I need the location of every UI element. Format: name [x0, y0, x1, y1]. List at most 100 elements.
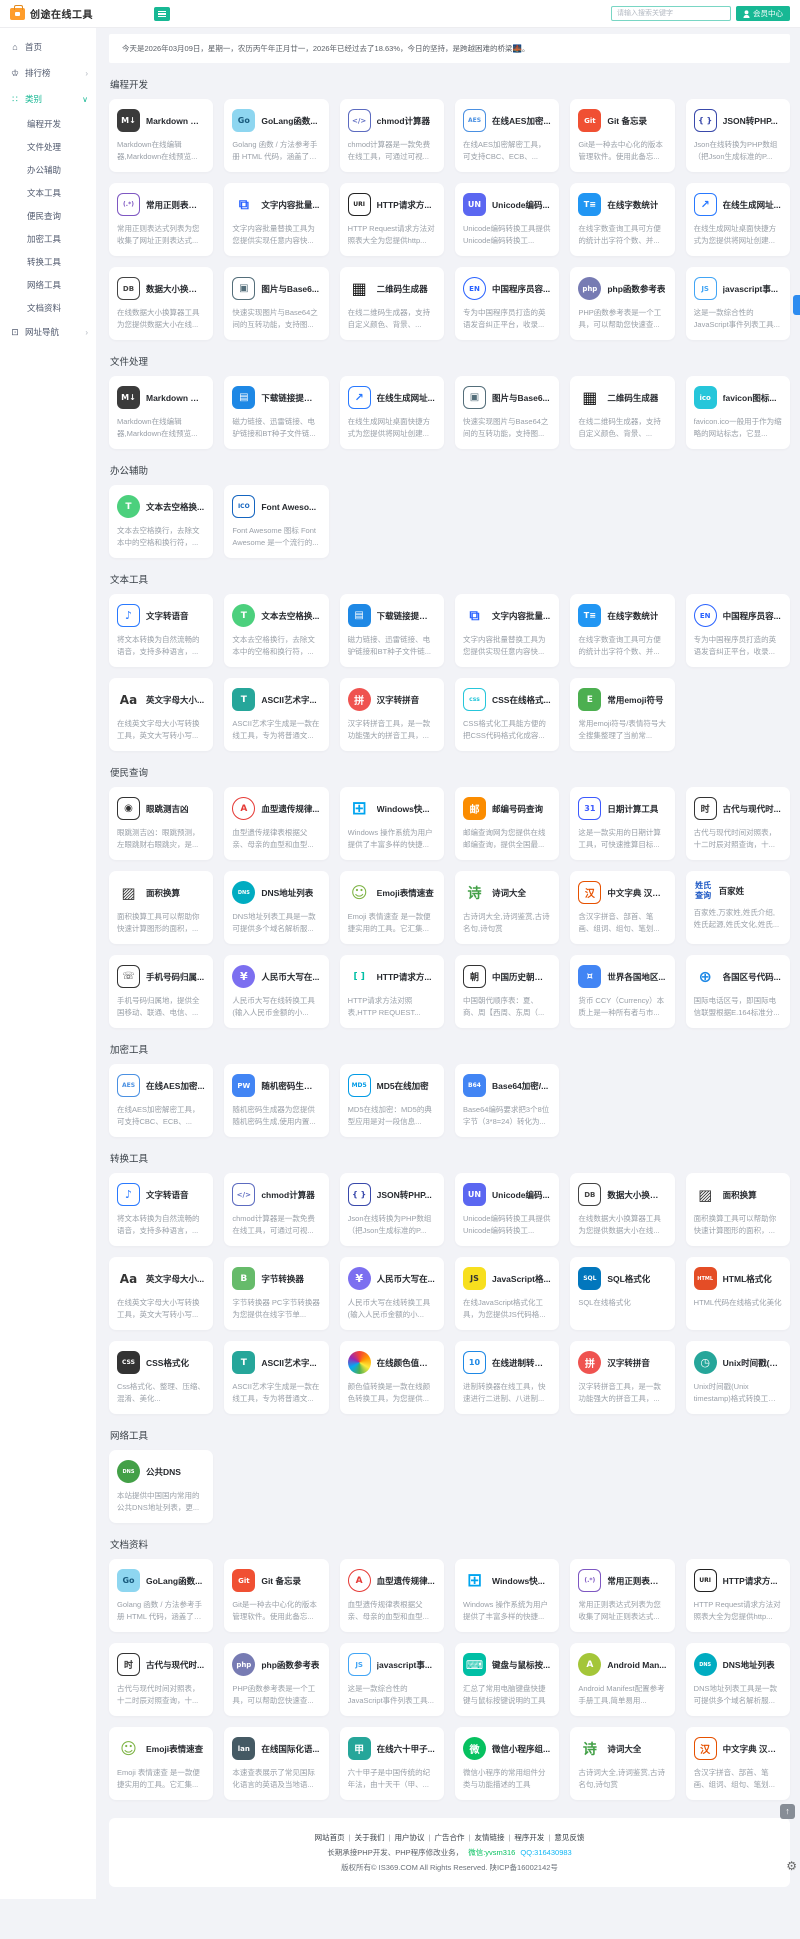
tool-card-text_replace[interactable]: ⧉文字内容批量...文字内容批量替换工具为您提供实现任意内容快... [224, 183, 328, 256]
tool-card-http_b[interactable]: [ ]HTTP请求方...HTTP请求方法对照表,HTTP REQUEST... [340, 955, 444, 1028]
tool-card-datasize[interactable]: DB数据大小换算器在线数据大小换算器工具为您提供数据大小在线... [109, 267, 213, 340]
tool-card-markdown[interactable]: M↓Markdown 在...Markdown在线编辑器,Markdown在线预… [109, 376, 213, 449]
tool-card-color_convert[interactable]: 在线颜色值转换颜色值转换是一款在线颜色转换工具，为您提供... [340, 1341, 444, 1414]
tool-card-random_pw[interactable]: PW随机密码生成器随机密码生成器为您提供随机密码生成,使用内置... [224, 1064, 328, 1137]
tool-card-js_events[interactable]: JSjavascript事...这是一款综合性的JavaScript事件列表工具… [686, 267, 790, 340]
tool-card-js_format[interactable]: JSJavaScript格...在线JavaScript格式化工具，为您提供JS… [455, 1257, 559, 1330]
tool-card-phone_loc[interactable]: ☏手机号码归属...手机号码归属地，提供全国移动、联通、电信、... [109, 955, 213, 1028]
tool-card-qrcode[interactable]: ▦二维码生成器在线二维码生成器，支持自定义颜色、背景、... [570, 376, 674, 449]
tool-card-emoji_lookup[interactable]: ☺Emoji表情速查Emoji 表情速查 是一款便捷实用的工具。它汇集... [340, 871, 444, 944]
sidebar-subitem[interactable]: 便民查询 [0, 204, 96, 227]
settings-gear-button[interactable]: ⚙ [786, 1859, 797, 1873]
tool-card-regex[interactable]: (.*)常用正则表达式常用正则表达式列表为您收集了网址正则表达式... [109, 183, 213, 256]
tool-card-chmod[interactable]: </>chmod计算器chmod计算器是一款免费在线工具，可通过可视... [224, 1173, 328, 1246]
tool-card-aes[interactable]: AES在线AES加密...在线AES加密解密工具，可支持CBC、ECB、... [455, 99, 559, 172]
tool-card-tts[interactable]: ♪文字转语音将文本转换为自然流畅的语音，支持多种语言，... [109, 594, 213, 667]
tool-card-text_replace[interactable]: ⧉文字内容批量...文字内容批量替换工具为您提供实现任意内容快... [455, 594, 559, 667]
tool-card-unix_ts[interactable]: ◷Unix时间戳(U...Unix时间戳(Unix timestamp)格式转换… [686, 1341, 790, 1414]
footer-link[interactable]: 用户协议 [395, 1833, 425, 1842]
tool-card-pinyin[interactable]: 拼汉字转拼音汉字转拼音工具，是一款功能强大的拼音工具，... [570, 1341, 674, 1414]
tool-card-favicon[interactable]: icofavicon图标...favicon.ico一般用于作为缩略的网站标志，… [686, 376, 790, 449]
menu-toggle-button[interactable] [154, 7, 170, 21]
tool-card-letter_case[interactable]: Aa英文字母大小...在线英文字母大小写转换工具，英文大写转小写... [109, 678, 213, 751]
tool-card-url_shortcut[interactable]: ↗在线生成网址...在线生成网址桌面快捷方式为您提供将网址创建... [340, 376, 444, 449]
sidebar-subitem[interactable]: 编程开发 [0, 112, 96, 135]
sidebar-subitem[interactable]: 文本工具 [0, 181, 96, 204]
sidebar-subitem[interactable]: 文档资料 [0, 296, 96, 319]
tool-card-emoji_lookup[interactable]: ☺Emoji表情速查Emoji 表情速查 是一款便捷实用的工具。它汇集... [109, 1727, 213, 1800]
tool-card-wordcount[interactable]: T≡在线字数统计在线字数查询工具可方便的统计出字符个数、并... [570, 183, 674, 256]
tool-card-php_ref[interactable]: phpphp函数参考表PHP函数参考表是一个工具，可以帮助您快速查... [570, 267, 674, 340]
tool-card-trim_text[interactable]: T文本去空格换...文本去空格换行，去除文本中的空格和换行符，... [224, 594, 328, 667]
tool-card-world_currency[interactable]: ¤世界各国地区...货币 CCY（Currency）本质上是一种所有者与市... [570, 955, 674, 1028]
tool-card-area_convert[interactable]: ▨面积换算面积换算工具可以帮助你快速计算图形的面积，... [109, 871, 213, 944]
search-input[interactable] [611, 6, 731, 21]
tool-card-qrcode[interactable]: ▦二维码生成器在线二维码生成器，支持自定义颜色、背景、... [340, 267, 444, 340]
tool-card-letter_case[interactable]: Aa英文字母大小...在线英文字母大小写转换工具，英文大写转小写... [109, 1257, 213, 1330]
footer-link[interactable]: 程序开发 [514, 1833, 544, 1842]
tool-card-i18n_lang[interactable]: lan在线国际化语...本速查表展示了常见国际化语言的英语及当地语... [224, 1727, 328, 1800]
tool-card-pinyin[interactable]: 拼汉字转拼音汉字转拼音工具，是一款功能强大的拼音工具，... [340, 678, 444, 751]
tool-card-ancient_time[interactable]: 时古代与现代时...古代与现代时间对照表，十二时辰对照查询，十... [686, 787, 790, 860]
footer-link[interactable]: 友情链接 [474, 1833, 504, 1842]
tool-card-wechat_mini[interactable]: 微微信小程序组...微信小程序的常用组件分类与功能描述的工具 [455, 1727, 559, 1800]
footer-link[interactable]: 网站首页 [315, 1833, 345, 1842]
tool-card-html_format[interactable]: HTMLHTML格式化HTML代码在线格式化美化 [686, 1257, 790, 1330]
tool-card-dl_extract[interactable]: ▤下载链接提取器磁力链接、迅雷链接、电驴链接和BT种子文件链... [340, 594, 444, 667]
tool-card-js_events[interactable]: JSjavascript事...这是一款综合性的JavaScript事件列表工具… [340, 1643, 444, 1716]
wechat-contact[interactable]: 微信:yvsm316 [468, 1848, 515, 1857]
tool-card-url_shortcut[interactable]: ↗在线生成网址...在线生成网址桌面快捷方式为您提供将网址创建... [686, 183, 790, 256]
tool-card-emoji_symbols[interactable]: E常用emoji符号常用emoji符号/表情符号大全搜集整理了当前常... [570, 678, 674, 751]
sidebar-item-sitenav[interactable]: ⊡网址导航› [0, 319, 96, 345]
tool-card-sixty_jiazi[interactable]: 甲在线六十甲子...六十甲子是中国传统的纪年法，由十天干（甲、... [340, 1727, 444, 1800]
sidebar-subitem[interactable]: 文件处理 [0, 135, 96, 158]
tool-card-chmod[interactable]: </>chmod计算器chmod计算器是一款免费在线工具，可通过可视... [340, 99, 444, 172]
tool-card-android_manifest[interactable]: AAndroid Man...Android Manifest配置参考手册工具,… [570, 1643, 674, 1716]
tool-card-byte_convert[interactable]: B字节转换器字节转换器 PC字节转换器为您提供在线字节单... [224, 1257, 328, 1330]
sidebar-subitem[interactable]: 加密工具 [0, 227, 96, 250]
tool-card-md5[interactable]: MD5MD5在线加密MD5在线加密：MD5的典型应用是对一段信息... [340, 1064, 444, 1137]
tool-card-http_a[interactable]: URIHTTP请求方...HTTP Request请求方法对照表大全为您提供ht… [340, 183, 444, 256]
footer-link[interactable]: 意见反馈 [554, 1833, 584, 1842]
tool-card-golang[interactable]: GoGoLang函数...Golang 函数 / 方法参考手册 HTML 代码，… [224, 99, 328, 172]
tool-card-rmb_upper[interactable]: ¥人民币大写在...人民币大写在线转换工具(输入人民币金额的小... [340, 1257, 444, 1330]
tool-card-css_format[interactable]: CSSCSS格式化Css格式化、整理、压缩、混淆、美化... [109, 1341, 213, 1414]
tool-card-unicode[interactable]: UNUnicode编码...Unicode编码转换工具提供Unicode编码转换… [455, 183, 559, 256]
tool-card-surname[interactable]: 姓氏查询百家姓百家姓,万家姓,姓氏介绍,姓氏起源,姓氏文化,姓氏... [686, 871, 790, 944]
tool-card-win_shortcut[interactable]: ⊞Windows快...Windows 操作系统为用户提供了丰富多样的快捷... [455, 1559, 559, 1632]
tool-card-git[interactable]: GitGit 备忘录Git是一种去中心化的版本管理软件。使用此备忘... [570, 99, 674, 172]
tool-card-ascii_art[interactable]: TASCII艺术字...ASCII艺术字生成是一款在线工具，专为将普通文... [224, 678, 328, 751]
tool-card-dl_extract[interactable]: ▤下载链接提取器磁力链接、迅雷链接、电驴链接和BT种子文件链... [224, 376, 328, 449]
tool-card-blood_type[interactable]: A血型遗传规律...血型遗传规律表根据父亲、母亲的血型和血型... [224, 787, 328, 860]
tool-card-json2php[interactable]: { }JSON转PHP...Json在线转换为PHP数组（把Json生成标准的P… [686, 99, 790, 172]
tool-card-dynasty[interactable]: 朝中国历史朝代表中国朝代顺序表：夏、商、周【西周、东周（... [455, 955, 559, 1028]
tool-card-dns_list[interactable]: DNSDNS地址列表DNS地址列表工具是一款可提供多个域名解析服... [686, 1643, 790, 1716]
tool-card-datasize[interactable]: DB数据大小换算器在线数据大小换算器工具为您提供数据大小在线... [570, 1173, 674, 1246]
tool-card-http_a[interactable]: URIHTTP请求方...HTTP Request请求方法对照表大全为您提供ht… [686, 1559, 790, 1632]
tool-card-dns_list[interactable]: DNSDNS地址列表DNS地址列表工具是一款可提供多个域名解析服... [224, 871, 328, 944]
tool-card-img_base64[interactable]: ▣图片与Base6...快速实现图片与Base64之间的互转功能，支持图... [224, 267, 328, 340]
tool-card-sql_format[interactable]: SQLSQL格式化SQL在线格式化 [570, 1257, 674, 1330]
footer-link[interactable]: 关于我们 [355, 1833, 385, 1842]
tool-card-aes[interactable]: AES在线AES加密...在线AES加密解密工具，可支持CBC、ECB、... [109, 1064, 213, 1137]
tool-card-golang[interactable]: GoGoLang函数...Golang 函数 / 方法参考手册 HTML 代码，… [109, 1559, 213, 1632]
member-center-button[interactable]: 会员中心 [736, 6, 790, 21]
tool-card-date_calc[interactable]: 31日期计算工具这是一款实用的日期计算工具，可快速推算目标... [570, 787, 674, 860]
tool-card-ascii_art[interactable]: TASCII艺术字...ASCII艺术字生成是一款在线工具，专为将普通文... [224, 1341, 328, 1414]
tool-card-wordcount[interactable]: T≡在线字数统计在线字数查询工具可方便的统计出字符个数、并... [570, 594, 674, 667]
sidebar-item-home[interactable]: ⌂首页 [0, 34, 96, 60]
back-to-top-button[interactable]: ↑ [780, 1804, 795, 1819]
feedback-side-tab[interactable] [793, 295, 800, 315]
sidebar-item-ranking[interactable]: ♔排行榜› [0, 60, 96, 86]
tool-card-zipcode[interactable]: 邮邮编号码查询邮编查询网为您提供在线邮编查询，提供全国最... [455, 787, 559, 860]
tool-card-base64[interactable]: B64Base64加密/...Base64编码要求把3个8位字节（3*8=24）… [455, 1064, 559, 1137]
tool-card-eye_jump[interactable]: ◉眼跳测吉凶眼跳测吉凶：眼跳预测，左眼跳财右眼跳灾，是... [109, 787, 213, 860]
tool-card-tts[interactable]: ♪文字转语音将文本转换为自然流畅的语音，支持多种语言，... [109, 1173, 213, 1246]
qq-contact[interactable]: QQ:316430983 [520, 1848, 571, 1857]
tool-card-country_code[interactable]: ⊕各国区号代码...国际电话区号，即国际电信联盟根据E.164标准分... [686, 955, 790, 1028]
tool-card-cn_programmer[interactable]: EN中国程序员容...专为中国程序员打造的英语发音纠正平台，收录... [455, 267, 559, 340]
tool-card-keyboard_mouse[interactable]: ⌨键盘与鼠标按...汇总了常用电脑键盘快捷键与鼠标按键说明的工具 [455, 1643, 559, 1716]
tool-card-poetry[interactable]: 诗诗词大全古诗词大全,诗词鉴赏,古诗名句,诗句赏 [570, 1727, 674, 1800]
tool-card-img_base64[interactable]: ▣图片与Base6...快速实现图片与Base64之间的互转功能，支持图... [455, 376, 559, 449]
tool-card-cn_dict[interactable]: 汉中文字典 汉字...含汉字拼音、部首、笔画、组词、组句、笔划... [570, 871, 674, 944]
